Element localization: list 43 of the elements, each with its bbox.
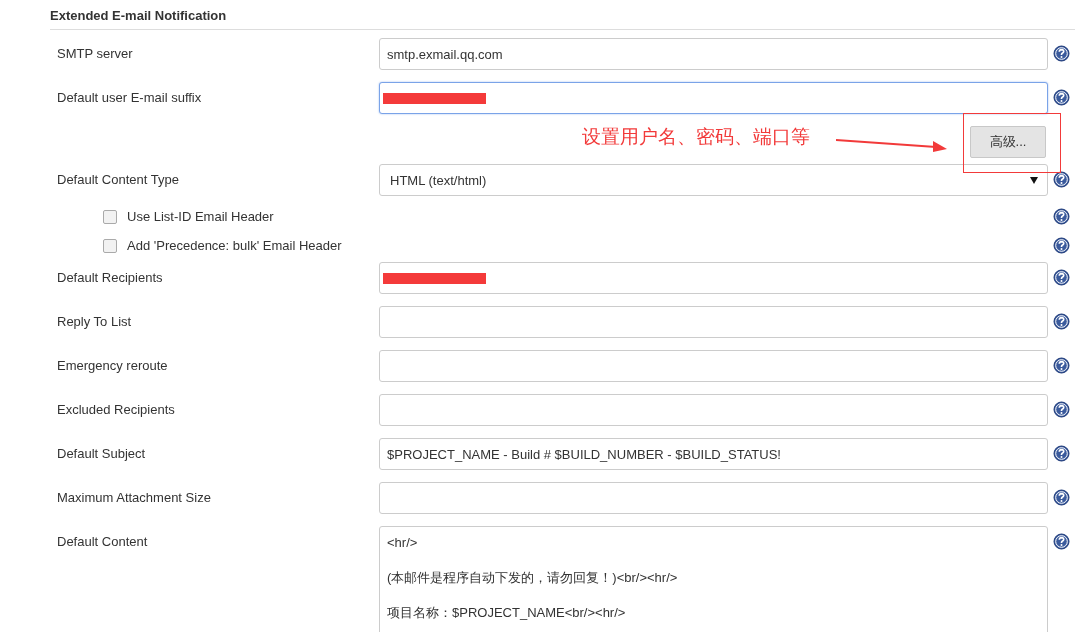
help-icon[interactable] bbox=[1053, 89, 1070, 106]
checkbox-label: Add 'Precedence: bulk' Email Header bbox=[127, 238, 342, 253]
help-icon[interactable] bbox=[1053, 45, 1070, 62]
help-icon[interactable] bbox=[1053, 533, 1070, 550]
help-icon[interactable] bbox=[1053, 357, 1070, 374]
help-icon[interactable] bbox=[1053, 269, 1070, 286]
field-label: Excluded Recipients bbox=[56, 401, 176, 417]
checkbox[interactable] bbox=[103, 238, 117, 253]
help-icon[interactable] bbox=[1053, 171, 1070, 188]
checkbox-label: Use List-ID Email Header bbox=[127, 209, 274, 224]
content-type-dropdown[interactable]: HTML (text/html) bbox=[379, 164, 1048, 196]
text-field[interactable] bbox=[379, 262, 1048, 294]
help-icon[interactable] bbox=[1053, 489, 1070, 506]
content-text-area[interactable]: <hr/> (本邮件是程序自动下发的，请勿回复！)<br/><hr/> 项目名称：$PROJECT_NAME<br/><hr/> bbox=[379, 526, 1048, 632]
text-field[interactable] bbox=[379, 394, 1048, 426]
text-field[interactable] bbox=[379, 350, 1048, 382]
text-field[interactable] bbox=[379, 482, 1048, 514]
field-label: Default Content Type bbox=[56, 171, 180, 187]
field-label: Default Content bbox=[56, 533, 149, 549]
field-label: Emergency reroute bbox=[56, 357, 169, 373]
help-icon[interactable] bbox=[1053, 237, 1070, 254]
field-label: Default Subject bbox=[56, 445, 147, 461]
help-icon[interactable] bbox=[1053, 445, 1070, 462]
field-label: SMTP server bbox=[56, 45, 134, 61]
content-line: <hr/> bbox=[387, 534, 419, 551]
text-field[interactable]: $PROJECT_NAME - Build # $BUILD_NUMBER - $BUILD_STATUS! bbox=[379, 438, 1048, 470]
annotation-text: 设置用户名、密码、端口等 bbox=[582, 124, 810, 149]
text-field[interactable] bbox=[379, 306, 1048, 338]
help-icon[interactable] bbox=[1053, 401, 1070, 418]
content-line: (本邮件是程序自动下发的，请勿回复！)<br/><hr/> bbox=[387, 569, 679, 586]
field-label: Maximum Attachment Size bbox=[56, 489, 212, 505]
help-icon[interactable] bbox=[1053, 208, 1070, 225]
section-title: Extended E-mail Notification bbox=[50, 8, 1075, 30]
field-label: Default Recipients bbox=[56, 269, 164, 285]
content-line: 项目名称：$PROJECT_NAME<br/><hr/> bbox=[387, 604, 627, 621]
field-label: Default user E-mail suffix bbox=[56, 89, 203, 105]
field-label: Reply To List bbox=[56, 313, 133, 329]
text-field[interactable] bbox=[379, 82, 1048, 114]
text-field[interactable]: smtp.exmail.qq.com bbox=[379, 38, 1048, 70]
help-icon[interactable] bbox=[1053, 313, 1070, 330]
advanced-button[interactable]: 高级... bbox=[970, 126, 1046, 158]
checkbox[interactable] bbox=[103, 209, 117, 224]
dropdown-arrow-icon bbox=[1030, 176, 1038, 184]
